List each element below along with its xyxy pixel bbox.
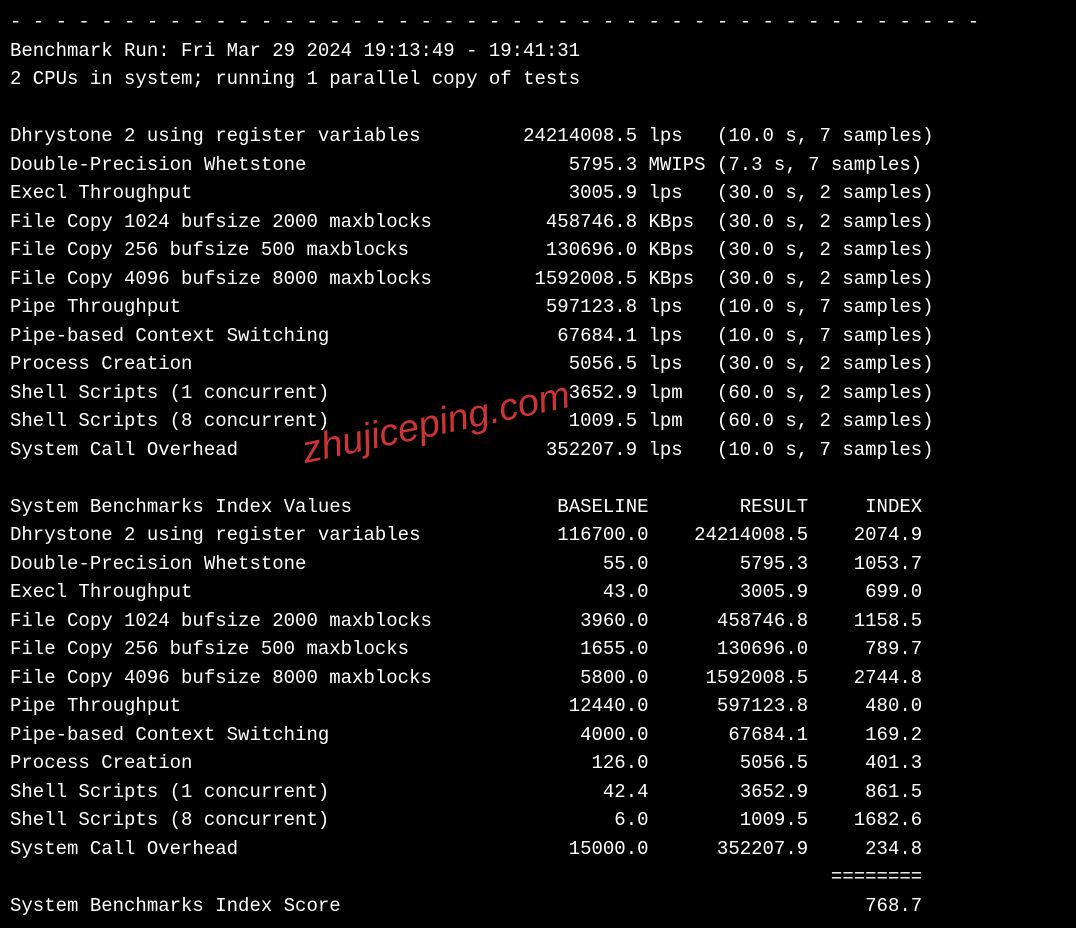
terminal-output: - - - - - - - - - - - - - - - - - - - - … bbox=[10, 8, 1066, 920]
